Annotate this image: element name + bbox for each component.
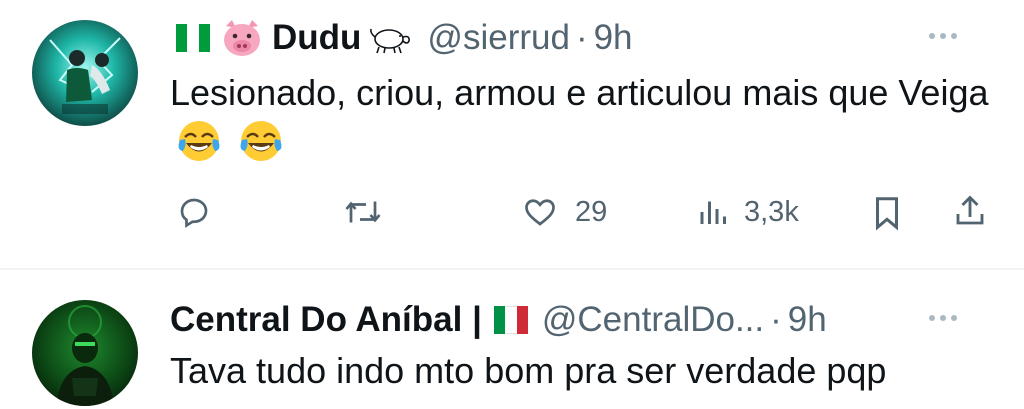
handle[interactable]: @CentralDo... xyxy=(542,300,764,340)
face-with-tears-of-joy-icon xyxy=(238,118,284,164)
reply-button[interactable] xyxy=(176,194,212,230)
separator: · xyxy=(575,18,588,57)
brazil-flag-icon xyxy=(176,24,210,52)
more-options-icon[interactable] xyxy=(929,308,962,326)
share-button[interactable] xyxy=(952,192,988,230)
like-button[interactable]: 29 xyxy=(521,194,607,230)
retweet-button[interactable] xyxy=(343,194,383,230)
tweet-body: Lesionado, criou, armou e articulou mais… xyxy=(170,72,989,113)
views-button[interactable]: 3,3k xyxy=(694,194,799,230)
avatar[interactable] xyxy=(32,20,138,126)
tweet-actions: 29 3,3k xyxy=(0,184,1024,240)
italy-flag-icon xyxy=(493,306,528,334)
timestamp[interactable]: 9h xyxy=(788,300,827,340)
handle[interactable]: @sierrud xyxy=(427,18,570,58)
bookmark-button[interactable] xyxy=(870,194,904,232)
pig-face-icon xyxy=(220,18,264,58)
tweet-text: Lesionado, criou, armou e articulou mais… xyxy=(170,70,990,164)
pig-icon xyxy=(367,21,413,55)
timestamp[interactable]: 9h xyxy=(594,18,633,58)
display-name[interactable]: Dudu xyxy=(272,18,361,58)
display-name[interactable]: Central Do Aníbal | xyxy=(170,300,482,340)
face-with-tears-of-joy-icon xyxy=(176,118,222,164)
heart-icon xyxy=(525,199,555,226)
share-icon xyxy=(956,195,984,225)
tweet-2[interactable]: Central Do Aníbal | @CentralDo... · 9h T… xyxy=(0,270,1024,409)
retweet-icon xyxy=(345,201,381,223)
reply-icon xyxy=(180,198,208,228)
bookmark-icon xyxy=(875,197,899,231)
tweet-1[interactable]: Dudu @sierrud · 9h Lesionado, criou, arm… xyxy=(0,0,1024,268)
tweet-text: Tava tudo indo mto bom pra ser verdade p… xyxy=(170,350,887,391)
views-icon xyxy=(700,201,726,224)
tweet-header: Dudu @sierrud · 9h xyxy=(176,14,633,62)
more-options-icon[interactable] xyxy=(929,26,962,44)
separator: · xyxy=(770,300,782,339)
tweet-header: Central Do Aníbal | @CentralDo... · 9h xyxy=(170,296,827,344)
like-count: 29 xyxy=(575,195,608,228)
avatar[interactable] xyxy=(32,300,138,406)
views-count: 3,3k xyxy=(744,195,799,228)
